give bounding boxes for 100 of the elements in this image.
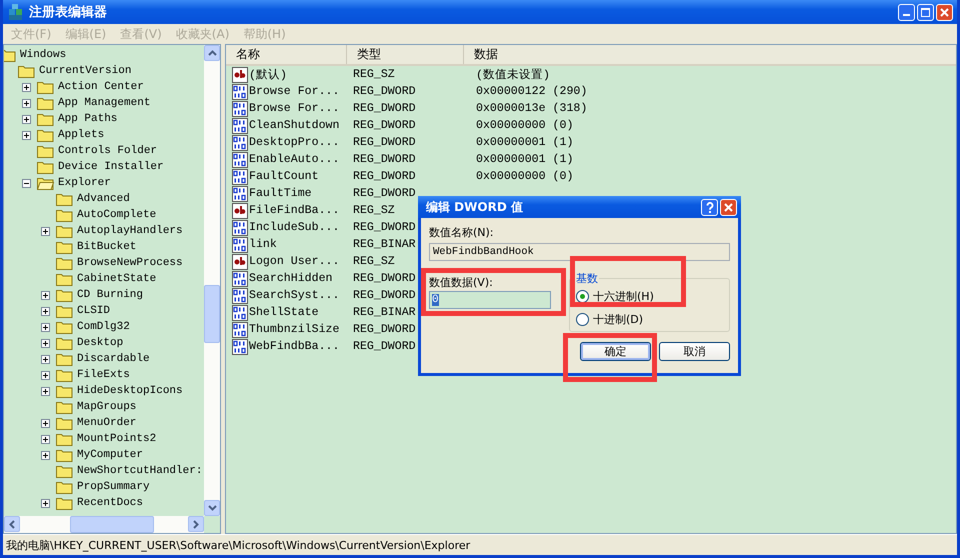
column-header[interactable]: 数据 xyxy=(464,45,956,64)
scroll-thumb[interactable] xyxy=(204,285,220,343)
value-name[interactable]: EnableAuto... xyxy=(249,153,340,166)
collapse-icon[interactable] xyxy=(22,178,31,188)
value-name[interactable]: IncludeSub... xyxy=(249,221,340,234)
column-header[interactable]: 名称 xyxy=(226,45,347,64)
folder-icon xyxy=(56,400,73,414)
expand-icon[interactable] xyxy=(41,338,50,348)
maximize-icon xyxy=(921,8,930,16)
expand-icon[interactable] xyxy=(41,306,50,316)
tree-item[interactable]: Applets xyxy=(58,129,104,141)
value-name[interactable]: Logon User... xyxy=(249,255,340,268)
expand-icon[interactable] xyxy=(41,354,50,364)
value-name[interactable]: SearchSyst... xyxy=(249,289,340,302)
folder-icon xyxy=(37,80,54,94)
tree-item[interactable]: Controls Folder xyxy=(58,145,158,157)
value-name[interactable]: SearchHidden xyxy=(249,272,332,285)
value-name[interactable]: link xyxy=(249,238,277,251)
expand-icon[interactable] xyxy=(41,498,50,508)
tree-item[interactable]: FileExts xyxy=(77,369,130,381)
tree-item[interactable]: HideDesktopIcons xyxy=(77,385,183,397)
expand-icon[interactable] xyxy=(41,418,50,428)
radio-label[interactable]: 十进制(D) xyxy=(593,312,644,327)
tree-item[interactable]: CLSID xyxy=(77,305,110,317)
close-button[interactable] xyxy=(720,198,737,216)
status-bar-path: 我的电脑\HKEY_CURRENT_USER\Software\Microsoft\Windows\CurrentVersion\Explorer xyxy=(6,538,470,552)
value-name[interactable]: Browse For... xyxy=(249,85,340,98)
horizontal-scrollbar[interactable] xyxy=(4,516,204,533)
tree-item[interactable]: AutoComplete xyxy=(77,209,156,221)
radio-button[interactable] xyxy=(576,290,589,303)
value-name[interactable]: (默认) xyxy=(249,67,287,82)
tree-item[interactable]: RecentDocs xyxy=(77,497,144,509)
tree-item[interactable]: MountPoints2 xyxy=(77,433,156,445)
folder-icon xyxy=(37,96,54,110)
expand-icon[interactable] xyxy=(41,434,50,444)
close-button[interactable] xyxy=(936,4,953,20)
value-type: REG_SZ xyxy=(353,204,395,217)
expand-icon[interactable] xyxy=(41,386,50,396)
folder-icon xyxy=(56,464,73,478)
scroll-thumb[interactable] xyxy=(70,516,154,533)
binary-value-icon xyxy=(232,304,248,320)
radio-label[interactable]: 十六进制(H) xyxy=(593,289,654,304)
value-name[interactable]: Browse For... xyxy=(249,102,340,115)
tree-item[interactable]: BitBucket xyxy=(77,241,136,253)
tree-item[interactable]: Action Center xyxy=(58,81,144,93)
tree-item[interactable]: MapGroups xyxy=(77,401,136,413)
tree-item[interactable]: Desktop xyxy=(77,337,124,349)
expand-icon[interactable] xyxy=(22,98,31,108)
tree-item[interactable]: AutoplayHandlers xyxy=(77,225,183,237)
tree-item[interactable]: CD Burning xyxy=(77,289,144,301)
tree-item[interactable]: CabinetState xyxy=(77,273,156,285)
tree-item[interactable]: CurrentVersion xyxy=(39,65,132,77)
expand-icon[interactable] xyxy=(41,322,50,332)
expand-icon[interactable] xyxy=(41,370,50,380)
tree-item[interactable]: ComDlg32 xyxy=(77,321,130,333)
value-name[interactable]: FaultCount xyxy=(249,170,319,183)
scroll-right-button[interactable] xyxy=(188,516,204,532)
value-name[interactable]: FaultTime xyxy=(249,187,312,200)
expand-icon[interactable] xyxy=(22,82,31,92)
tree-item[interactable]: Discardable xyxy=(77,353,150,365)
folder-icon xyxy=(56,304,73,318)
tree-item[interactable]: Explorer xyxy=(58,177,111,189)
value-name[interactable]: WebFindbBa... xyxy=(249,340,340,353)
folder-icon xyxy=(56,352,73,366)
expand-icon[interactable] xyxy=(22,114,31,124)
value-data-field[interactable]: 0 xyxy=(429,291,551,309)
tree-item[interactable]: NewShortcutHandler: xyxy=(77,465,202,477)
folder-icon xyxy=(56,416,73,430)
value-name[interactable]: FileFindBa... xyxy=(249,204,340,217)
tree-item[interactable]: Windows xyxy=(20,49,66,61)
tree-item[interactable]: App Paths xyxy=(58,113,118,125)
tree-item[interactable]: MenuOrder xyxy=(77,417,136,429)
expand-icon[interactable] xyxy=(41,226,50,236)
minimize-button[interactable] xyxy=(898,4,915,20)
value-name[interactable]: CleanShutdown xyxy=(249,119,340,132)
tree-item[interactable]: MyComputer xyxy=(77,449,144,461)
radio-button[interactable] xyxy=(576,313,589,326)
scroll-left-button[interactable] xyxy=(4,516,20,532)
scroll-up-button[interactable] xyxy=(204,45,220,61)
vertical-scrollbar[interactable] xyxy=(204,45,220,516)
value-name[interactable]: ThumbnzilSize xyxy=(249,323,340,336)
tree-item[interactable]: Advanced xyxy=(77,193,130,205)
folder-icon xyxy=(37,112,54,126)
scroll-down-button[interactable] xyxy=(204,500,220,516)
value-name[interactable]: ShellState xyxy=(249,306,319,319)
expand-icon[interactable] xyxy=(22,130,31,140)
value-type: REG_DWORD xyxy=(353,323,416,336)
help-button[interactable] xyxy=(701,198,718,216)
value-name[interactable]: DesktopPro... xyxy=(249,136,340,149)
cancel-button[interactable]: 取消 xyxy=(659,342,730,361)
tree-item[interactable]: Device Installer xyxy=(58,161,164,173)
expand-icon[interactable] xyxy=(41,290,50,300)
binary-value-icon xyxy=(232,338,248,354)
maximize-button[interactable] xyxy=(917,4,934,20)
tree-item[interactable]: BrowseNewProcess xyxy=(77,257,183,269)
tree-item[interactable]: PropSummary xyxy=(77,481,150,493)
expand-icon[interactable] xyxy=(41,450,50,460)
tree-item[interactable]: App Management xyxy=(58,97,150,109)
ok-button[interactable]: 确定 xyxy=(580,342,651,361)
column-header[interactable]: 类型 xyxy=(347,45,464,64)
